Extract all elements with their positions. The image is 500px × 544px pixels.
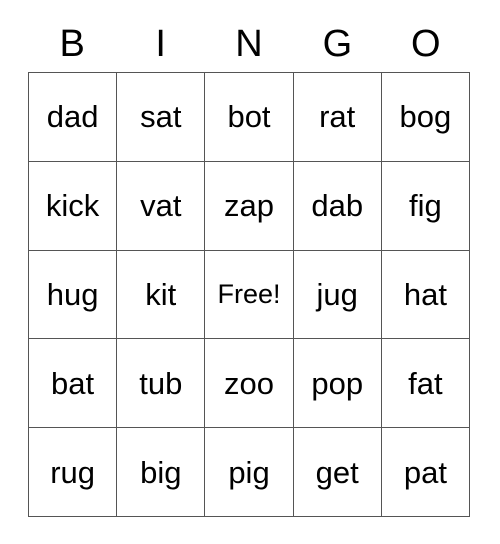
bingo-row: rug big pig get pat bbox=[29, 428, 471, 517]
bingo-header-letter-b: B bbox=[59, 23, 85, 65]
bingo-cell[interactable]: hug bbox=[29, 250, 118, 340]
bingo-cell[interactable]: kit bbox=[117, 250, 206, 340]
bingo-cell[interactable]: dab bbox=[293, 161, 382, 251]
bingo-cell[interactable]: hat bbox=[381, 250, 471, 340]
bingo-cell[interactable]: jug bbox=[293, 250, 382, 340]
bingo-cell-free-space[interactable]: Free! bbox=[205, 250, 294, 340]
bingo-cell[interactable]: bot bbox=[205, 73, 294, 162]
bingo-row: dad sat bot rat bog bbox=[29, 73, 471, 162]
bingo-cell[interactable]: pat bbox=[381, 428, 471, 517]
bingo-cell[interactable]: zap bbox=[205, 161, 294, 251]
bingo-cell[interactable]: kick bbox=[29, 161, 118, 251]
bingo-cell[interactable]: pop bbox=[293, 339, 382, 429]
bingo-cell[interactable]: rug bbox=[29, 428, 118, 517]
bingo-card: B I N G O dad sat bot rat bog kick vat z… bbox=[28, 16, 471, 517]
bingo-header-letter-g: G bbox=[322, 23, 353, 65]
bingo-cell[interactable]: fig bbox=[381, 161, 471, 251]
bingo-cell[interactable]: bat bbox=[29, 339, 118, 429]
bingo-cell[interactable]: tub bbox=[117, 339, 206, 429]
bingo-row: hug kit Free! jug hat bbox=[29, 250, 471, 340]
bingo-header-letter-i: I bbox=[155, 23, 166, 65]
bingo-row: kick vat zap dab fig bbox=[29, 161, 471, 251]
bingo-cell[interactable]: bog bbox=[381, 73, 471, 162]
bingo-header-row: B I N G O bbox=[28, 16, 470, 72]
bingo-cell[interactable]: rat bbox=[293, 73, 382, 162]
bingo-row: bat tub zoo pop fat bbox=[29, 339, 471, 429]
bingo-header-letter-o: O bbox=[411, 23, 441, 65]
bingo-cell[interactable]: dad bbox=[29, 73, 118, 162]
bingo-cell[interactable]: get bbox=[293, 428, 382, 517]
bingo-cell[interactable]: pig bbox=[205, 428, 294, 517]
bingo-cell[interactable]: sat bbox=[117, 73, 206, 162]
bingo-header-letter-n: N bbox=[235, 23, 263, 65]
bingo-cell[interactable]: zoo bbox=[205, 339, 294, 429]
bingo-cell[interactable]: big bbox=[117, 428, 206, 517]
bingo-cell[interactable]: vat bbox=[117, 161, 206, 251]
bingo-cell[interactable]: fat bbox=[381, 339, 471, 429]
bingo-grid: dad sat bot rat bog kick vat zap dab fig… bbox=[28, 72, 471, 517]
